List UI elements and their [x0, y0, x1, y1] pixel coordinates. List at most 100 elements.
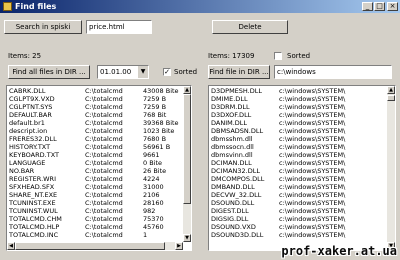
left-sorted-checkbox[interactable]: ✓ — [163, 68, 171, 76]
list-item[interactable]: descript.ion C:\totalcmd 1023 Bite — [9, 127, 181, 135]
file-size: 45760 — [143, 223, 164, 231]
file-name: dbmsvinn.dll — [211, 151, 253, 159]
list-item[interactable]: CGLPT9X.VXD C:\totalcmd 7259 B — [9, 95, 181, 103]
file-name: HISTORY.TXT — [9, 143, 51, 151]
window-title: Find files — [15, 2, 57, 11]
file-name: DMIME.DLL — [211, 95, 248, 103]
list-item[interactable]: dbmssocn.dll c:\windows\SYSTEM\ — [211, 143, 379, 151]
list-item[interactable]: KEYBOARD.TXT C:\totalcmd 9661 — [9, 151, 181, 159]
list-item[interactable]: DCIMAN32.DLL c:\windows\SYSTEM\ — [211, 167, 379, 175]
file-path: C:\totalcmd — [85, 199, 123, 207]
file-name: SFXHEAD.SFX — [9, 183, 55, 191]
list-item[interactable]: dbmsshm.dll c:\windows\SYSTEM\ — [211, 135, 379, 143]
file-size: 982 — [143, 207, 156, 215]
list-item[interactable]: DECVW_32.DLL c:\windows\SYSTEM\ — [211, 191, 379, 199]
scroll-down-icon[interactable]: ▼ — [183, 234, 191, 242]
list-item[interactable]: TOTALCMD.CHM C:\totalcmd 75370 — [9, 215, 181, 223]
find-file-in-dir-button[interactable]: Find file in DIR ... — [208, 65, 270, 79]
file-name: DEFAULT.BAR — [9, 111, 52, 119]
list-item[interactable]: DIGSIG.DLL c:\windows\SYSTEM\ — [211, 215, 379, 223]
list-item[interactable]: TOTALCMD.HLP C:\totalcmd 45760 — [9, 223, 181, 231]
list-item[interactable]: TOTALCMD.INC C:\totalcmd 1 — [9, 231, 181, 239]
list-item[interactable]: DSOUND.VXD c:\windows\SYSTEM\ — [211, 223, 379, 231]
list-item[interactable]: default.br1 C:\totalcmd 39368 Bite — [9, 119, 181, 127]
list-item[interactable]: LANGUAGE C:\totalcmd 0 Bite — [9, 159, 181, 167]
list-item[interactable]: TCUNINST.EXE C:\totalcmd 28160 — [9, 199, 181, 207]
file-size: 26 Bite — [143, 167, 167, 175]
close-button[interactable]: × — [387, 2, 398, 11]
delete-button[interactable]: Delete — [212, 20, 288, 34]
left-items-count: Items: 25 — [8, 52, 42, 60]
scroll-right-icon[interactable]: ▶ — [175, 242, 183, 250]
file-path: c:\windows\SYSTEM\ — [279, 103, 346, 111]
file-path: c:\windows\SYSTEM\ — [279, 183, 346, 191]
list-item[interactable]: DMCOMPOS.DLL c:\windows\SYSTEM\ — [211, 175, 379, 183]
file-name: DMCOMPOS.DLL — [211, 175, 265, 183]
list-item[interactable]: DIGEST.DLL c:\windows\SYSTEM\ — [211, 207, 379, 215]
file-size: 56961 B — [143, 143, 171, 151]
scroll-thumb[interactable] — [15, 242, 165, 250]
list-item[interactable]: D3DRM.DLL c:\windows\SYSTEM\ — [211, 103, 379, 111]
right-sorted-checkbox[interactable] — [274, 52, 282, 60]
date-select[interactable]: 01.01.00 ▼ — [97, 65, 149, 79]
list-item[interactable]: D3DPMESH.DLL c:\windows\SYSTEM\ — [211, 87, 379, 95]
list-item[interactable]: D3DXOF.DLL c:\windows\SYSTEM\ — [211, 111, 379, 119]
scroll-left-icon[interactable]: ◀ — [7, 242, 15, 250]
list-item[interactable]: dbmsvinn.dll c:\windows\SYSTEM\ — [211, 151, 379, 159]
list-item[interactable]: SFXHEAD.SFX C:\totalcmd 31000 — [9, 183, 181, 191]
file-name: descript.ion — [9, 127, 48, 135]
file-size: 75370 — [143, 215, 164, 223]
chevron-down-icon[interactable]: ▼ — [138, 66, 148, 78]
list-item[interactable]: DMBAND.DLL c:\windows\SYSTEM\ — [211, 183, 379, 191]
file-name: DANIM.DLL — [211, 119, 248, 127]
left-rows: CABRK.DLL C:\totalcmd 43008 Bite CGLPT9X.VX… — [9, 87, 181, 239]
file-path: C:\totalcmd — [85, 159, 123, 167]
file-size: 1 — [143, 231, 148, 239]
list-item[interactable]: DCIMAN.DLL c:\windows\SYSTEM\ — [211, 159, 379, 167]
file-name: DCIMAN.DLL — [211, 159, 252, 167]
right-vertical-scrollbar[interactable]: ▲ ▼ — [387, 86, 395, 250]
file-path: C:\totalcmd — [85, 111, 123, 119]
file-size: 31000 — [143, 183, 164, 191]
minimize-button[interactable]: _ — [362, 2, 373, 11]
list-item[interactable]: DBMSADSN.DLL c:\windows\SYSTEM\ — [211, 127, 379, 135]
file-path: c:\windows\SYSTEM\ — [279, 143, 346, 151]
list-item[interactable]: DSOUND3D.DLL c:\windows\SYSTEM\ — [211, 231, 379, 239]
file-size: 0 Bite — [143, 159, 163, 167]
file-name: DIGSIG.DLL — [211, 215, 249, 223]
maximize-button[interactable]: □ — [374, 2, 385, 11]
search-input[interactable]: price.html — [86, 20, 152, 34]
list-item[interactable]: CGLPTNT.SYS C:\totalcmd 7259 B — [9, 103, 181, 111]
file-name: D3DXOF.DLL — [211, 111, 252, 119]
list-item[interactable]: DEFAULT.BAR C:\totalcmd 768 Bit — [9, 111, 181, 119]
file-size: 28160 — [143, 199, 164, 207]
left-vertical-scrollbar[interactable]: ▲ ▼ — [183, 86, 191, 242]
scroll-thumb[interactable] — [183, 94, 191, 204]
list-item[interactable]: FRERES32.DLL C:\totalcmd 7680 B — [9, 135, 181, 143]
scroll-thumb[interactable] — [387, 95, 395, 101]
list-item[interactable]: DMIME.DLL c:\windows\SYSTEM\ — [211, 95, 379, 103]
scroll-up-icon[interactable]: ▲ — [387, 86, 395, 94]
file-path: c:\windows\SYSTEM\ — [279, 127, 346, 135]
list-item[interactable]: HISTORY.TXT C:\totalcmd 56961 B — [9, 143, 181, 151]
list-item[interactable]: TCUNINST.WUL C:\totalcmd 982 — [9, 207, 181, 215]
file-size: 9661 — [143, 151, 160, 159]
list-item[interactable]: NO.BAR C:\totalcmd 26 Bite — [9, 167, 181, 175]
list-item[interactable]: CABRK.DLL C:\totalcmd 43008 Bite — [9, 87, 181, 95]
file-path: C:\totalcmd — [85, 95, 123, 103]
file-name: DCIMAN32.DLL — [211, 167, 260, 175]
search-in-lists-button[interactable]: Search in spiski — [4, 20, 82, 34]
right-file-list[interactable]: D3DPMESH.DLL c:\windows\SYSTEM\ DMIME.DLL c… — [208, 85, 396, 251]
panel-divider[interactable] — [197, 14, 203, 260]
left-file-list[interactable]: CABRK.DLL C:\totalcmd 43008 Bite CGLPT9X.VX… — [6, 85, 192, 251]
left-horizontal-scrollbar[interactable]: ◀ ▶ — [7, 242, 183, 250]
file-path: C:\totalcmd — [85, 231, 123, 239]
find-all-files-button[interactable]: Find all files in DIR ... — [8, 65, 90, 79]
file-path: c:\windows\SYSTEM\ — [279, 199, 346, 207]
list-item[interactable]: REGISTER.WRI C:\totalcmd 4224 — [9, 175, 181, 183]
scroll-up-icon[interactable]: ▲ — [183, 86, 191, 94]
directory-input[interactable]: c:\windows — [274, 65, 392, 79]
list-item[interactable]: SHARE_NT.EXE C:\totalcmd 2106 — [9, 191, 181, 199]
list-item[interactable]: DANIM.DLL c:\windows\SYSTEM\ — [211, 119, 379, 127]
list-item[interactable]: DSOUND.DLL c:\windows\SYSTEM\ — [211, 199, 379, 207]
